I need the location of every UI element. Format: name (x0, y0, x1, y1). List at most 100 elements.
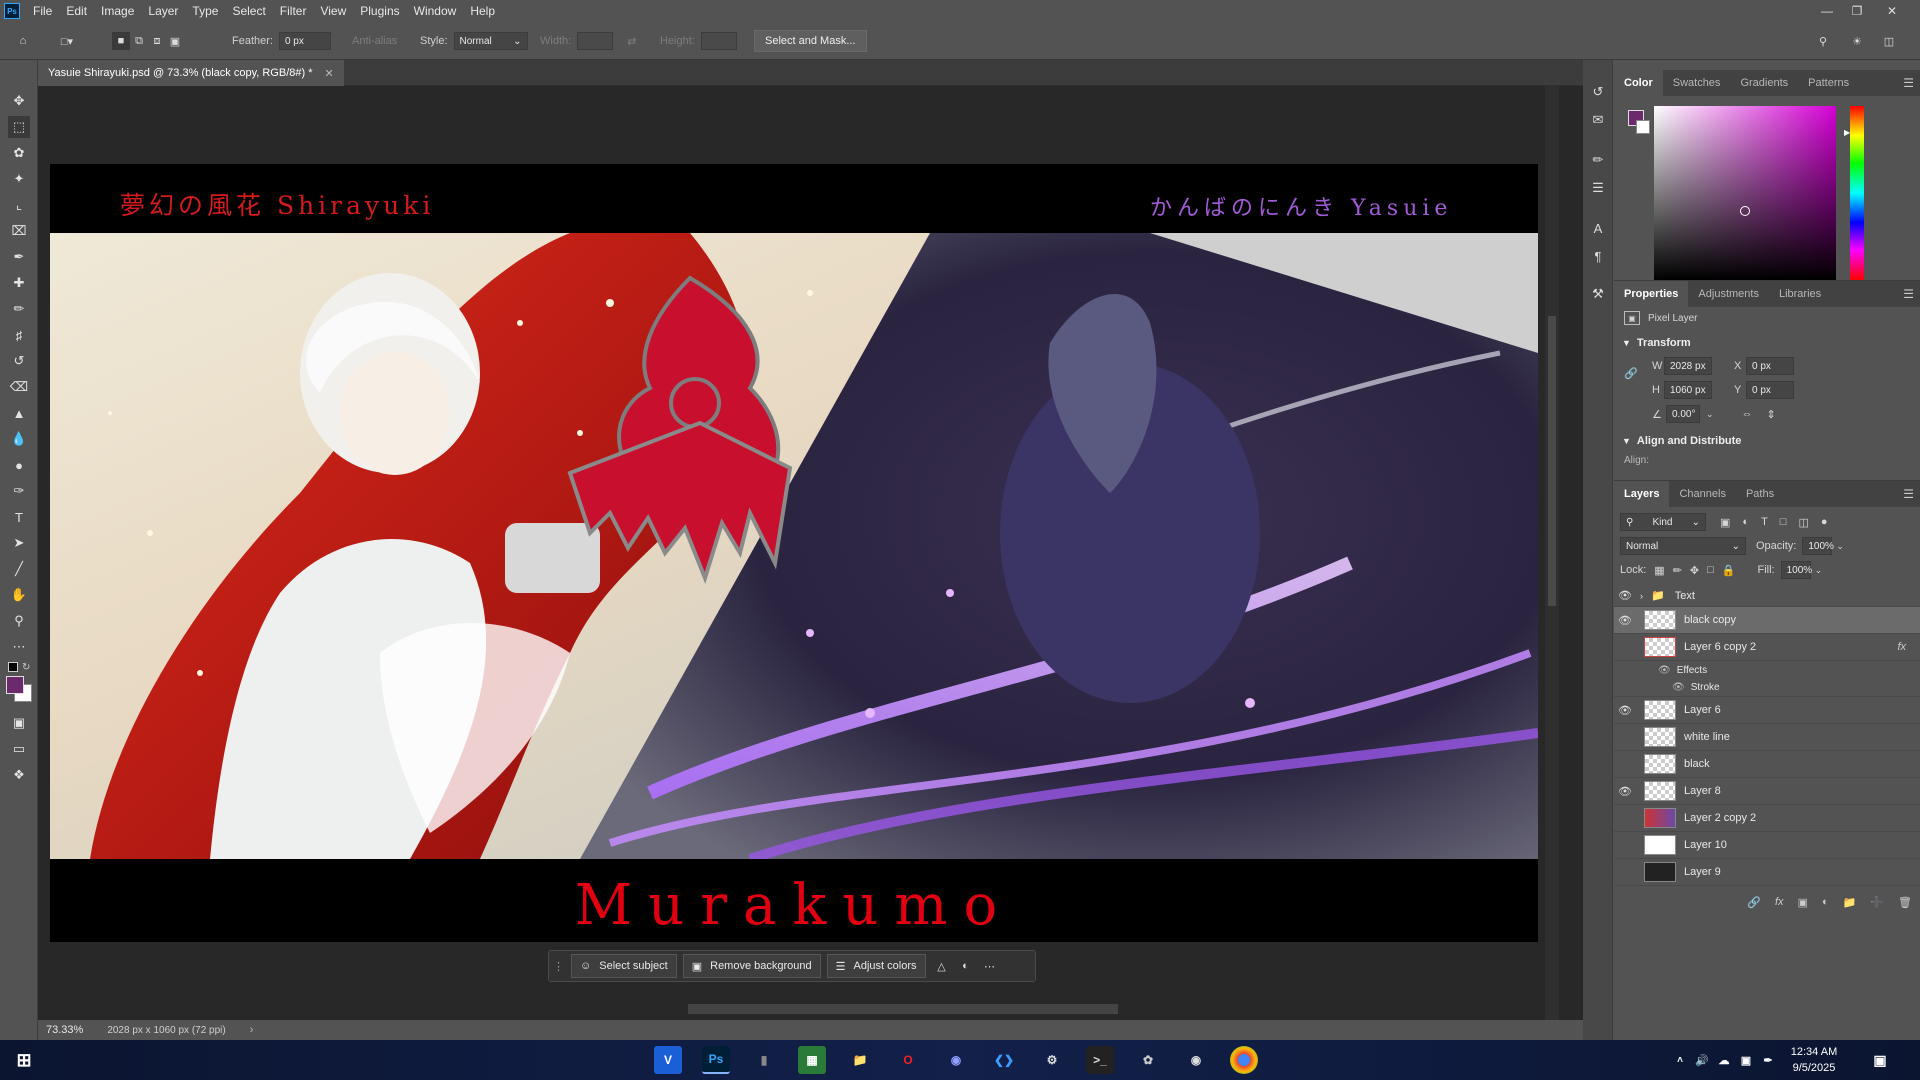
path-selection-icon[interactable]: ➤ (8, 532, 30, 554)
fill-field[interactable]: 100% (1780, 561, 1812, 579)
y-field[interactable]: 0 px (1746, 381, 1794, 399)
flip-vertical-icon[interactable]: ⇕ (1767, 408, 1776, 421)
layer-row-layer8[interactable]: 👁 Layer 8 (1614, 778, 1920, 805)
fx-icon[interactable]: fx (1775, 896, 1784, 908)
stroke-eye-icon[interactable]: 👁 (1672, 682, 1685, 693)
layer-row-layer6[interactable]: 👁 Layer 6 (1614, 697, 1920, 724)
eraser-icon[interactable]: ⌫ (8, 376, 30, 398)
tab-color[interactable]: Color (1614, 70, 1663, 96)
tab-properties[interactable]: Properties (1614, 281, 1689, 307)
filter-smart-object-icon[interactable]: ◫ (1798, 516, 1808, 529)
vertical-scroll-thumb[interactable] (1548, 316, 1556, 606)
line-tool-icon[interactable]: ╱ (8, 558, 30, 580)
subtract-selection-icon[interactable]: ⧈ (148, 32, 166, 50)
layer-row-text[interactable]: 👁 › 📁 Text (1614, 585, 1920, 607)
volume-icon[interactable]: 🔊 (1692, 1046, 1712, 1074)
more-options-icon[interactable]: ⋯ (981, 957, 999, 975)
link-icon[interactable]: 🔗 (1624, 367, 1638, 380)
hue-slider[interactable] (1850, 106, 1864, 280)
chevron-down-icon[interactable]: ⌄ (1815, 565, 1823, 576)
menu-view[interactable]: View (313, 0, 353, 22)
adjustments-icon[interactable]: ☰ (1588, 178, 1608, 198)
tab-patterns[interactable]: Patterns (1798, 70, 1859, 96)
notifications-icon[interactable]: ▣ (1866, 1046, 1894, 1074)
search-icon[interactable]: ⚲ (1814, 32, 1832, 50)
tab-layers[interactable]: Layers (1614, 481, 1670, 507)
healing-brush-icon[interactable]: ✚ (8, 272, 30, 294)
character-icon[interactable]: A (1588, 218, 1608, 238)
eye-icon[interactable]: 👁 (1614, 589, 1636, 602)
mask-icon[interactable]: ◐ (957, 957, 975, 975)
x-field[interactable]: 0 px (1746, 357, 1794, 375)
panel-menu-icon[interactable]: ☰ (1903, 487, 1914, 501)
taskbar-mouse-icon[interactable]: ▮ (750, 1046, 778, 1074)
history-icon[interactable]: ↺ (1588, 82, 1608, 102)
drag-handle-icon[interactable]: ⋮ (553, 960, 564, 973)
pen-icon[interactable]: ✒ (1758, 1046, 1778, 1074)
color-field[interactable] (1654, 106, 1836, 280)
marquee-preset-icon[interactable]: □▾ (58, 32, 76, 50)
hue-pointer-icon[interactable]: ▶ (1844, 128, 1850, 137)
eye-icon[interactable]: 👁 (1614, 614, 1636, 627)
menu-type[interactable]: Type (185, 0, 225, 22)
taskbar-spreadsheet-icon[interactable]: ▦ (798, 1046, 826, 1074)
document-tab[interactable]: Yasuie Shirayuki.psd @ 73.3% (black copy… (38, 60, 344, 86)
paint-bucket-icon[interactable]: ▲ (8, 402, 30, 424)
layer-row-black[interactable]: black (1614, 751, 1920, 778)
menu-window[interactable]: Window (407, 0, 464, 22)
height-field[interactable]: 1060 px (1664, 381, 1712, 399)
onedrive-icon[interactable]: ☁ (1714, 1046, 1734, 1074)
dodge-tool-icon[interactable]: ● (8, 454, 30, 476)
panel-menu-icon[interactable]: ☰ (1903, 76, 1914, 90)
tray-chevron-icon[interactable]: ˄ (1670, 1046, 1690, 1074)
tab-adjustments[interactable]: Adjustments (1688, 281, 1769, 307)
canvas-area[interactable]: 夢幻の風花 Shirayuki かんばのにんき Yasuie Murakumo (38, 86, 1583, 1020)
taskbar-discord-icon[interactable]: ◉ (942, 1046, 970, 1074)
angle-field[interactable]: 0.00° (1666, 405, 1700, 423)
brush-settings-icon[interactable]: ✏ (1588, 150, 1608, 170)
layer-filter-select[interactable]: ⚲ Kind ⌄ (1620, 513, 1706, 531)
taskbar-bird-icon[interactable]: ✿ (1134, 1046, 1162, 1074)
intersect-selection-icon[interactable]: ▣ (166, 32, 184, 50)
chevron-down-icon[interactable]: ⌄ (1706, 409, 1714, 420)
delete-layer-icon[interactable]: 🗑 (1898, 896, 1912, 909)
tab-libraries[interactable]: Libraries (1769, 281, 1831, 307)
comments-icon[interactable]: ✉ (1588, 110, 1608, 130)
taskbar-opera-icon[interactable]: O (894, 1046, 922, 1074)
new-selection-icon[interactable]: ■ (112, 32, 130, 50)
menu-file[interactable]: File (26, 0, 59, 22)
brush-tool-icon[interactable]: ✏ (8, 298, 30, 320)
width-field[interactable]: 2028 px (1664, 357, 1712, 375)
chevron-right-icon[interactable]: › (1640, 591, 1643, 601)
collapse-icon[interactable]: ▼ (1622, 436, 1631, 446)
blur-tool-icon[interactable]: 💧 (8, 428, 30, 450)
windows-start-icon[interactable]: ⊞ (10, 1046, 38, 1074)
layer-row-layer6-copy2[interactable]: Layer 6 copy 2 fx (1614, 634, 1920, 661)
document-canvas[interactable]: 夢幻の風花 Shirayuki かんばのにんき Yasuie Murakumo (50, 164, 1538, 942)
filter-adjustment-icon[interactable]: ◐ (1742, 516, 1749, 528)
clone-stamp-icon[interactable]: ♯ (8, 324, 30, 346)
layer-row-white-line[interactable]: white line (1614, 724, 1920, 751)
taskbar-steam-icon[interactable]: ⚙ (1038, 1046, 1066, 1074)
add-selection-icon[interactable]: ⧉ (130, 32, 148, 50)
lasso-tool-icon[interactable]: ✿ (8, 142, 30, 164)
more-tools-icon[interactable]: ⋯ (8, 636, 30, 658)
menu-layer[interactable]: Layer (141, 0, 185, 22)
adjustment-layer-icon[interactable]: ◐ (1822, 896, 1829, 908)
eye-icon[interactable]: 👁 (1614, 785, 1636, 798)
tab-gradients[interactable]: Gradients (1730, 70, 1798, 96)
layer-row-layer10[interactable]: Layer 10 (1614, 832, 1920, 859)
filter-toggle-icon[interactable]: ● (1821, 516, 1828, 528)
width-input[interactable] (577, 32, 614, 50)
menu-select[interactable]: Select (225, 0, 272, 22)
magic-wand-icon[interactable]: ✦ (8, 168, 30, 190)
tab-paths[interactable]: Paths (1736, 481, 1784, 507)
taskbar-terminal-icon[interactable]: >_ (1086, 1046, 1114, 1074)
home-icon[interactable]: ⌂ (14, 32, 32, 50)
new-layer-icon[interactable]: ➕ (1870, 896, 1884, 909)
minimize-icon[interactable]: — (1812, 0, 1842, 22)
swap-icon[interactable]: ⇄ (627, 35, 636, 48)
antialias-checkbox[interactable]: Anti-alias (352, 22, 397, 60)
layer-stroke-row[interactable]: 👁 Stroke (1614, 679, 1920, 697)
menu-filter[interactable]: Filter (273, 0, 314, 22)
